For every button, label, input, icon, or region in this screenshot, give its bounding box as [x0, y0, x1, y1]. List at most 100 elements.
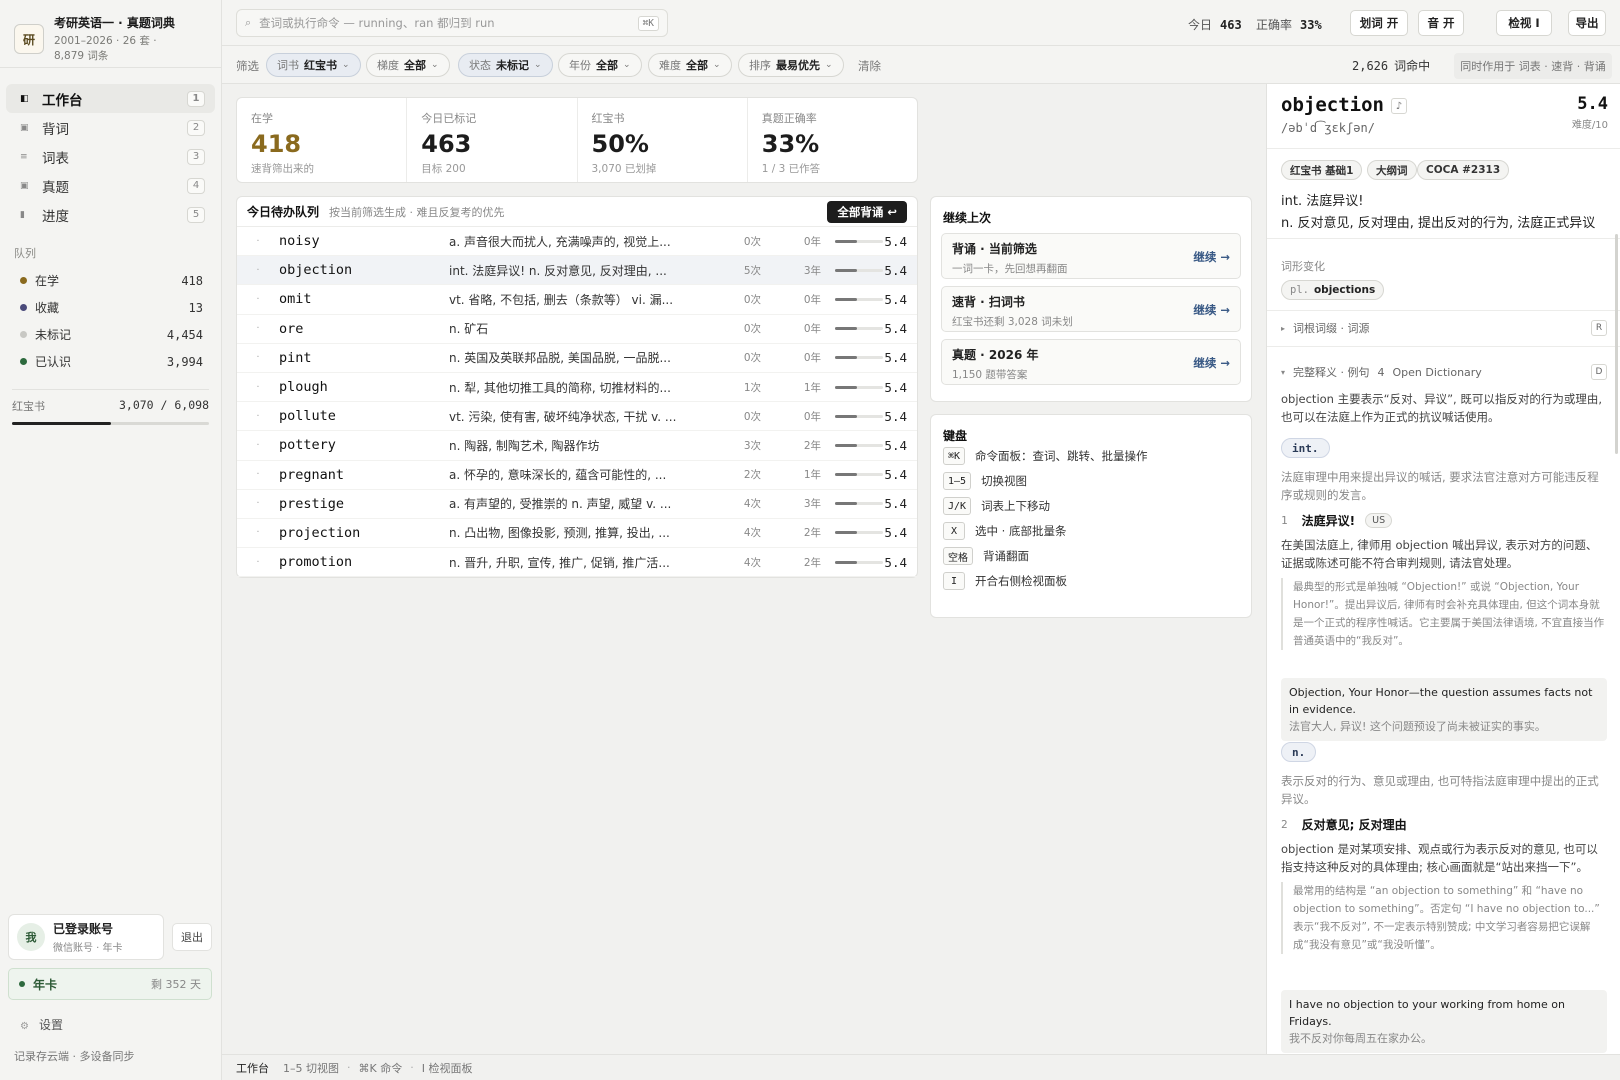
row-word: noisy — [279, 233, 320, 250]
continue-card-exam[interactable]: 真题 · 2026 年 1,150 题带答案 继续 → — [941, 339, 1241, 385]
queue-item-known[interactable]: 已认识 3,994 — [0, 348, 221, 375]
filter-chip-difficulty[interactable]: 难度 全部 ⌄ — [648, 53, 732, 77]
example-box: I have no objection to your working from… — [1281, 990, 1607, 1053]
inspect-toggle[interactable]: 检视 I — [1496, 10, 1552, 36]
row-word: promotion — [279, 554, 353, 571]
example-box: Objection, Your Honor—the question assum… — [1281, 678, 1607, 741]
table-row[interactable]: · promotion n. 晋升, 升职, 宣传, 推广, 促销, 推广活... 4… — [237, 548, 917, 578]
row-word: ore — [279, 320, 304, 337]
table-row[interactable]: · projection n. 凸出物, 图像投影, 预测, 推算, 投出, ...… — [237, 519, 917, 549]
filter-chip-gradient[interactable]: 梯度 全部 ⌄ — [366, 53, 450, 77]
table-row[interactable]: · pollute vt. 污染, 使有害, 破坏纯净状态, 干扰 v. ... 0次… — [237, 402, 917, 432]
row-meaning: n. 犁, 其他切推工具的简称, 切推材料的... — [449, 380, 671, 395]
filter-chip-book[interactable]: 词书 红宝书 ⌄ — [266, 53, 361, 77]
app-title: 考研英语一 · 真题词典 — [54, 16, 175, 30]
table-row[interactable]: · objection int. 法庭异议! n. 反对意见, 反对理由, ... 5… — [237, 256, 917, 286]
sense-description: 在美国法庭上, 律师用 objection 喊出异议, 表示对方的问题、证据或陈… — [1281, 538, 1598, 570]
export-button[interactable]: 导出 — [1568, 10, 1606, 36]
continue-link[interactable]: 继续 → — [1193, 302, 1230, 318]
etymology-toggle[interactable]: ▸ 词根词缀 · 词源 R — [1281, 320, 1607, 336]
tag-badge: COCA #2313 — [1417, 160, 1510, 180]
topbar: ⌕ 查词或执行命令 — running、ran 都归到 run ⌘K 今日 463… — [222, 0, 1620, 46]
table-row[interactable]: · plough n. 犁, 其他切推工具的简称, 切推材料的... 1次 1年 5.4 — [237, 373, 917, 403]
continue-link[interactable]: 继续 → — [1193, 355, 1230, 371]
nav-item-exams[interactable]: ▣ 真题 4 — [0, 171, 221, 200]
book-value: 3,070 / 6,098 — [118, 398, 209, 412]
search-icon: ⌕ — [245, 16, 252, 29]
nav-item-progress[interactable]: ▮ 进度 5 — [0, 200, 221, 229]
row-meaning: vt. 污染, 使有害, 破坏纯净状态, 干扰 v. ... — [449, 409, 677, 424]
difficulty-bar — [835, 356, 883, 360]
detail-difficulty-label: 难度/10 — [1571, 120, 1608, 131]
scrollbar[interactable] — [1615, 234, 1618, 454]
row-bullet: · — [256, 527, 260, 539]
nav-item-memorize[interactable]: ▣ 背词 2 — [0, 113, 221, 142]
sense-heading: 1 法庭异议! US — [1281, 512, 1393, 529]
example-zh: 我不反对你每周五在家办公。 — [1289, 1032, 1432, 1045]
detail-word: objection — [1281, 94, 1384, 116]
table-row[interactable]: · noisy a. 声音很大而扰人, 充满噪声的, 视觉上... 0次 0年 5.4 — [237, 227, 917, 257]
row-word: objection — [279, 262, 353, 279]
account-card[interactable]: 我 已登录账号 微信账号 · 年卡 — [8, 914, 164, 960]
continue-link[interactable]: 继续 → — [1193, 249, 1230, 265]
divider — [1267, 238, 1620, 239]
queue-item-favorites[interactable]: 收藏 13 — [0, 294, 221, 321]
shortcut-row: 1–5 切换视图 — [943, 472, 1027, 490]
usage-note: 最常用的结构是 “an objection to something” 和 “h… — [1281, 882, 1607, 954]
filter-chip-sort[interactable]: 排序 最易优先 ⌄ — [738, 53, 844, 77]
clear-filters-button[interactable]: 清除 — [858, 58, 881, 74]
shortcut-key: J/K — [943, 497, 972, 515]
queue-item-learning[interactable]: 在学 418 — [0, 267, 221, 294]
difficulty-bar — [835, 239, 883, 243]
shortcut-row: ⌘K 命令面板：查词、跳转、批量操作 — [943, 447, 1148, 465]
continue-card-scan[interactable]: 速背 · 扫词书 红宝书还剩 3,028 词未划 继续 → — [941, 286, 1241, 332]
row-word: pint — [279, 349, 312, 366]
sound-toggle[interactable]: 音 开 — [1418, 10, 1464, 36]
match-count: 2,626 词命中 — [1352, 59, 1431, 73]
stat-card-accuracy: 真题正确率 33% 1 / 3 已作答 — [761, 112, 821, 175]
continue-panel: 继续上次 背诵 · 当前筛选 一词一卡，先回想再翻面 继续 → 速背 · 扫词书 红宝… — [930, 196, 1252, 402]
speaker-icon[interactable]: ♪ — [1391, 98, 1407, 114]
difficulty-bar — [835, 531, 883, 535]
today-queue: 今日待办队列 按当前筛选生成 · 难且反复考的优先 全部背诵 ↩ · noisy a… — [236, 196, 918, 578]
table-row[interactable]: · pint n. 英国及英联邦品脱, 美国品脱, 一品脱... 0次 0年 5.4 — [237, 344, 917, 373]
table-row[interactable]: · pregnant a. 怀孕的, 意味深长的, 蕴含可能性的, ... 2次 1年 5… — [237, 461, 917, 490]
difficulty-bar-fill — [835, 327, 857, 331]
settings-link[interactable]: ⚙ 设置 — [20, 1016, 63, 1033]
sense-heading: 2 反对意见; 反对理由 — [1281, 818, 1407, 832]
shortcut-key: 空格 — [943, 547, 973, 565]
filter-chip-status[interactable]: 状态 未标记 ⌄ — [458, 53, 553, 77]
row-meaning: n. 晋升, 升职, 宣传, 推广, 促销, 推广活... — [449, 555, 670, 570]
plan-badge[interactable]: 年卡 剩 352 天 — [8, 968, 212, 1000]
table-row[interactable]: · omit vt. 省略, 不包括, 删去（条款等） vi. 漏... 0次 0年 5.… — [237, 285, 917, 315]
search-input[interactable]: ⌕ 查词或执行命令 — running、ran 都归到 run ⌘K — [236, 9, 668, 37]
recite-all-button[interactable]: 全部背诵 ↩ — [827, 200, 907, 223]
table-row[interactable]: · ore n. 矿石 0次 0年 5.4 — [237, 315, 917, 344]
continue-card-recite[interactable]: 背诵 · 当前筛选 一词一卡，先回想再翻面 继续 → — [941, 233, 1241, 279]
row-years: 2年 — [803, 439, 821, 452]
square-icon: ▣ — [20, 180, 29, 191]
filter-chip-year[interactable]: 年份 全部 ⌄ — [558, 53, 642, 77]
nav-item-wordlist[interactable]: ≡ 词表 3 — [0, 142, 221, 171]
filter-label: 筛选 — [236, 59, 259, 73]
full-definition-toggle[interactable]: ▾ 完整释义 · 例句 4 Open Dictionary D — [1281, 364, 1607, 380]
difficulty-bar-fill — [835, 443, 857, 447]
nav-item-workbench[interactable]: ◧ 工作台 1 — [6, 84, 215, 113]
chevron-down-icon: ⌄ — [431, 60, 439, 70]
nav-shortcut: 5 — [187, 206, 205, 223]
difficulty-bar — [835, 297, 883, 301]
row-count: 5次 — [743, 264, 761, 277]
table-row[interactable]: · prestige a. 有声望的, 受推崇的 n. 声望, 威望 v. ... 4… — [237, 490, 917, 519]
shortcut-key: D — [1591, 364, 1607, 380]
difficulty-bar-fill — [835, 414, 857, 418]
logout-button[interactable]: 退出 — [172, 923, 212, 951]
row-years: 3年 — [803, 498, 821, 511]
divider — [1267, 310, 1620, 311]
queue-item-unmarked[interactable]: 未标记 4,454 — [0, 321, 221, 348]
select-word-toggle[interactable]: 划词 开 — [1350, 10, 1408, 36]
table-row[interactable]: · pottery n. 陶器, 制陶艺术, 陶器作坊 3次 2年 5.4 — [237, 431, 917, 461]
row-years: 2年 — [803, 556, 821, 569]
detail-ipa: /əbˈd͡ʒɛkʃən/ — [1281, 121, 1375, 135]
difficulty-bar — [835, 473, 883, 477]
tag-badge: 大纲词 — [1367, 160, 1417, 180]
